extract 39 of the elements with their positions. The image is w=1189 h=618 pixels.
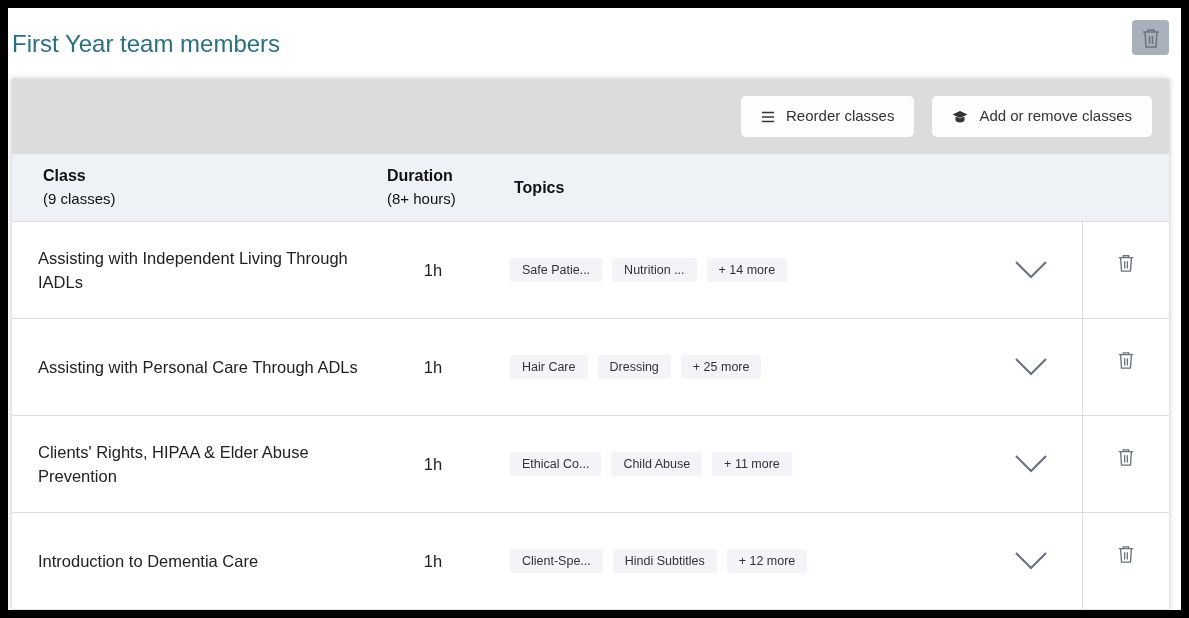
topic-tag: Safe Patie... <box>510 258 603 282</box>
trash-icon <box>1117 349 1135 371</box>
class-name: Introduction to Dementia Care <box>38 551 260 572</box>
column-header: Class <box>43 165 87 186</box>
topic-tag: Ethical Co... <box>510 452 602 476</box>
column-subtitle: (8+ hours) <box>387 188 457 209</box>
trash-icon <box>1117 446 1135 468</box>
duration-cell-text: 1h <box>422 356 444 378</box>
duration-cell-text: 1h <box>422 550 444 572</box>
class-name: Assisting with Personal Care Through ADLs <box>38 357 359 378</box>
column-header: Topics <box>514 177 566 198</box>
topic-tag: Dressing <box>597 355 671 379</box>
topic-tag: + 11 more <box>712 452 792 476</box>
page-title: First Year team members <box>12 29 281 59</box>
class-name: Clients' Rights, HIPAA & Elder Abuse Prevention <box>38 442 310 487</box>
topic-tag: Child Abuse <box>611 452 703 476</box>
toolbar-button[interactable]: Add or remove classes <box>932 96 1152 137</box>
topic-tag: + 12 more <box>726 549 808 573</box>
topic-tag: + 25 more <box>680 355 762 379</box>
topic-tag: Client-Spe... <box>510 549 603 573</box>
toolbar-button[interactable]: Reorder classes <box>741 96 915 137</box>
chevron-down-icon[interactable] <box>1015 552 1047 570</box>
topic-tag: Nutrition ... <box>612 258 697 282</box>
duration-cell-text: 1h <box>422 259 444 281</box>
chevron-down-icon[interactable] <box>1015 358 1047 376</box>
trash-icon <box>1140 26 1161 49</box>
chevron-down-icon[interactable] <box>1015 455 1047 473</box>
chevron-down-icon[interactable] <box>1015 261 1047 279</box>
topic-tag: Hindi Subtitles <box>612 549 717 573</box>
column-subtitle: (9 classes) <box>43 188 117 209</box>
trash-icon <box>1117 252 1135 274</box>
column-header: Duration <box>387 165 454 186</box>
class-name: Assisting with Independent Living Through IADLs <box>38 248 349 293</box>
topic-tag: Hair Care <box>510 355 588 379</box>
trash-icon <box>1117 543 1135 565</box>
topic-tag: + 14 more <box>706 258 788 282</box>
graduation-cap-icon <box>952 109 969 124</box>
duration-cell-text: 1h <box>422 453 444 475</box>
menu-icon <box>761 110 776 123</box>
